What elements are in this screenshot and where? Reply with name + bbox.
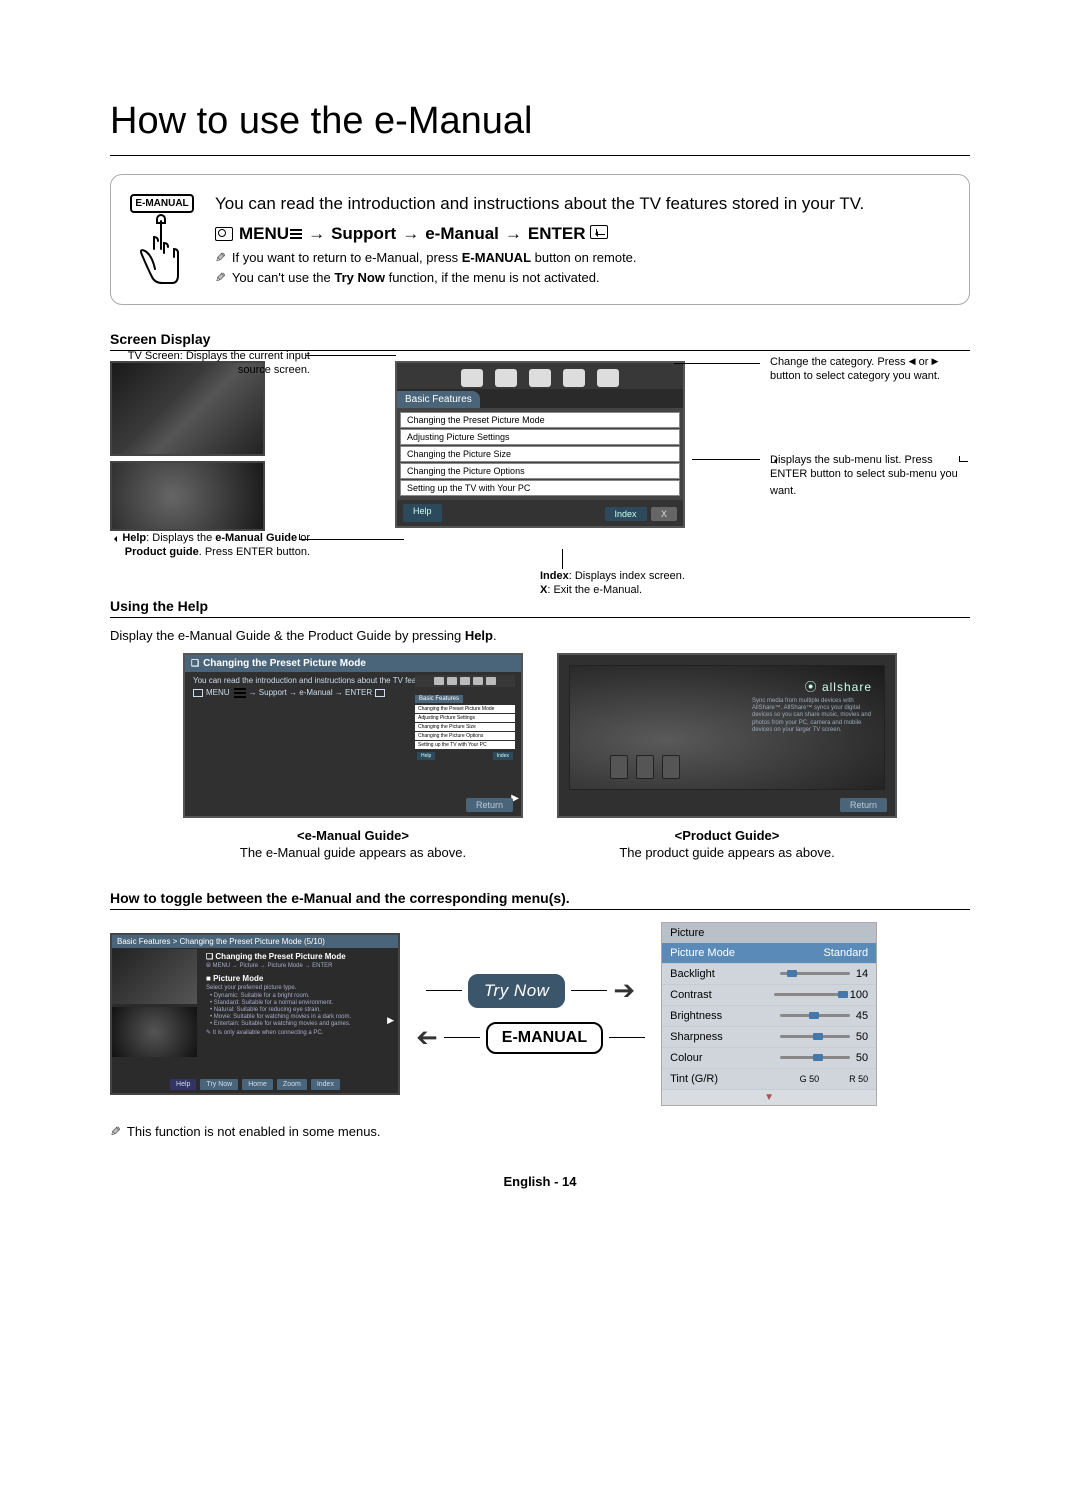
menu-row[interactable]: Contrast 100 (662, 985, 876, 1006)
emanual-button-label: E-MANUAL (130, 194, 193, 213)
nav-path: MENU → Support → e-Manual → ENTER (215, 224, 864, 244)
callout-tv-screen: TV Screen: Displays the current input so… (110, 349, 310, 378)
nav-menu: MENU (239, 224, 302, 244)
zoom-button[interactable]: Zoom (277, 1079, 307, 1090)
emanual-guide-label: <e-Manual Guide> (183, 828, 523, 843)
intro-paragraph: You can read the introduction and instru… (215, 193, 864, 216)
category-icon-row (397, 363, 683, 389)
toggle-note: This function is not enabled in some men… (110, 1124, 970, 1140)
page-title: How to use the e-Manual (110, 100, 970, 156)
intro-note-2: You can't use the Try Now function, if t… (215, 270, 864, 286)
tv-screen-thumb-2 (110, 461, 265, 531)
browser-footer: Help Index X (397, 500, 683, 526)
try-now-pill: Try Now (468, 974, 566, 1008)
submenu-item: Adjusting Picture Settings (400, 429, 680, 445)
section-toggle: How to toggle between the e-Manual and t… (110, 890, 970, 910)
help-labels: <e-Manual Guide> The e-Manual guide appe… (110, 828, 970, 860)
page-footer: English - 14 (110, 1174, 970, 1189)
intro-block: E-MANUAL You can read the introduction a… (110, 174, 970, 305)
menu-row[interactable]: Colour 50 (662, 1048, 876, 1069)
help-screenshots: Changing the Preset Picture Mode You can… (110, 653, 970, 818)
category-tab: Basic Features (397, 391, 480, 408)
note-icon (110, 1124, 121, 1140)
category-icon (461, 369, 483, 387)
try-now-button[interactable]: Try Now (200, 1079, 238, 1090)
remote-icon (215, 227, 233, 241)
callout-help: Help: Displays the e-Manual Guide or Pro… (110, 531, 310, 562)
menu-row[interactable]: Picture ModeStandard (662, 943, 876, 964)
submenu-item: Changing the Picture Options (400, 463, 680, 479)
allshare-logo: allshare (805, 678, 872, 695)
scroll-down-icon (662, 1090, 876, 1105)
emanual-pill: E-MANUAL (486, 1022, 603, 1054)
submenu-list: Changing the Preset Picture Mode Adjusti… (397, 408, 683, 500)
arrow-left-icon: ➔ (416, 1022, 438, 1053)
callout-category: Change the category. Press or button to … (770, 355, 970, 384)
return-button[interactable]: Return (840, 798, 887, 812)
category-icon (529, 369, 551, 387)
arrow-right-icon: ➔ (613, 975, 635, 1006)
help-description: Display the e-Manual Guide & the Product… (110, 628, 970, 643)
return-button[interactable]: Return (466, 798, 513, 812)
section-screen-display: Screen Display (110, 331, 970, 351)
product-guide-screenshot: allshare Sync media from multiple device… (557, 653, 897, 818)
emanual-guide-screenshot: Changing the Preset Picture Mode You can… (183, 653, 523, 818)
submenu-item: Setting up the TV with Your PC (400, 480, 680, 496)
emanual-browser: Basic Features Changing the Preset Pictu… (395, 361, 685, 528)
note-icon (215, 270, 226, 286)
product-guide-label: <Product Guide> (557, 828, 897, 843)
menu-row[interactable]: Tint (G/R) G 50 R 50 (662, 1069, 876, 1090)
toggle-diagram: Basic Features > Changing the Preset Pic… (110, 922, 970, 1106)
intro-text: You can read the introduction and instru… (215, 193, 864, 290)
callout-submenu: Displays the sub-menu list. Press ENTER … (770, 453, 970, 498)
submenu-item: Changing the Preset Picture Mode (400, 412, 680, 428)
menu-row[interactable]: Backlight 14 (662, 964, 876, 985)
category-icon (563, 369, 585, 387)
submenu-item: Changing the Picture Size (400, 446, 680, 462)
picture-menu-screenshot: Picture Picture ModeStandard Backlight 1… (661, 922, 877, 1106)
exit-button[interactable]: X (651, 507, 677, 521)
emanual-remote-icon: E-MANUAL (127, 193, 197, 290)
home-button[interactable]: Home (242, 1079, 273, 1090)
callout-index-exit: Index: Displays index screen. X: Exit th… (540, 569, 740, 598)
menu-row[interactable]: Sharpness 50 (662, 1027, 876, 1048)
menu-row[interactable]: Brightness 45 (662, 1006, 876, 1027)
help-button[interactable]: Help (403, 504, 442, 522)
note-icon (215, 250, 226, 266)
toggle-arrows: Try Now ➔ ➔ E-MANUAL (416, 974, 645, 1054)
category-icon (495, 369, 517, 387)
emanual-page-screenshot: Basic Features > Changing the Preset Pic… (110, 933, 400, 1095)
index-button[interactable]: Index (311, 1079, 340, 1090)
intro-note-1: If you want to return to e-Manual, press… (215, 250, 864, 266)
index-button[interactable]: Index (605, 507, 647, 521)
category-icon (597, 369, 619, 387)
mini-browser: Basic Features Changing the Preset Pictu… (415, 675, 515, 762)
screen-display-diagram: Basic Features Changing the Preset Pictu… (110, 361, 970, 528)
device-icons (610, 755, 680, 779)
section-using-help: Using the Help (110, 598, 970, 618)
help-button[interactable]: Help (170, 1079, 196, 1090)
nav-enter: ENTER (528, 224, 608, 244)
